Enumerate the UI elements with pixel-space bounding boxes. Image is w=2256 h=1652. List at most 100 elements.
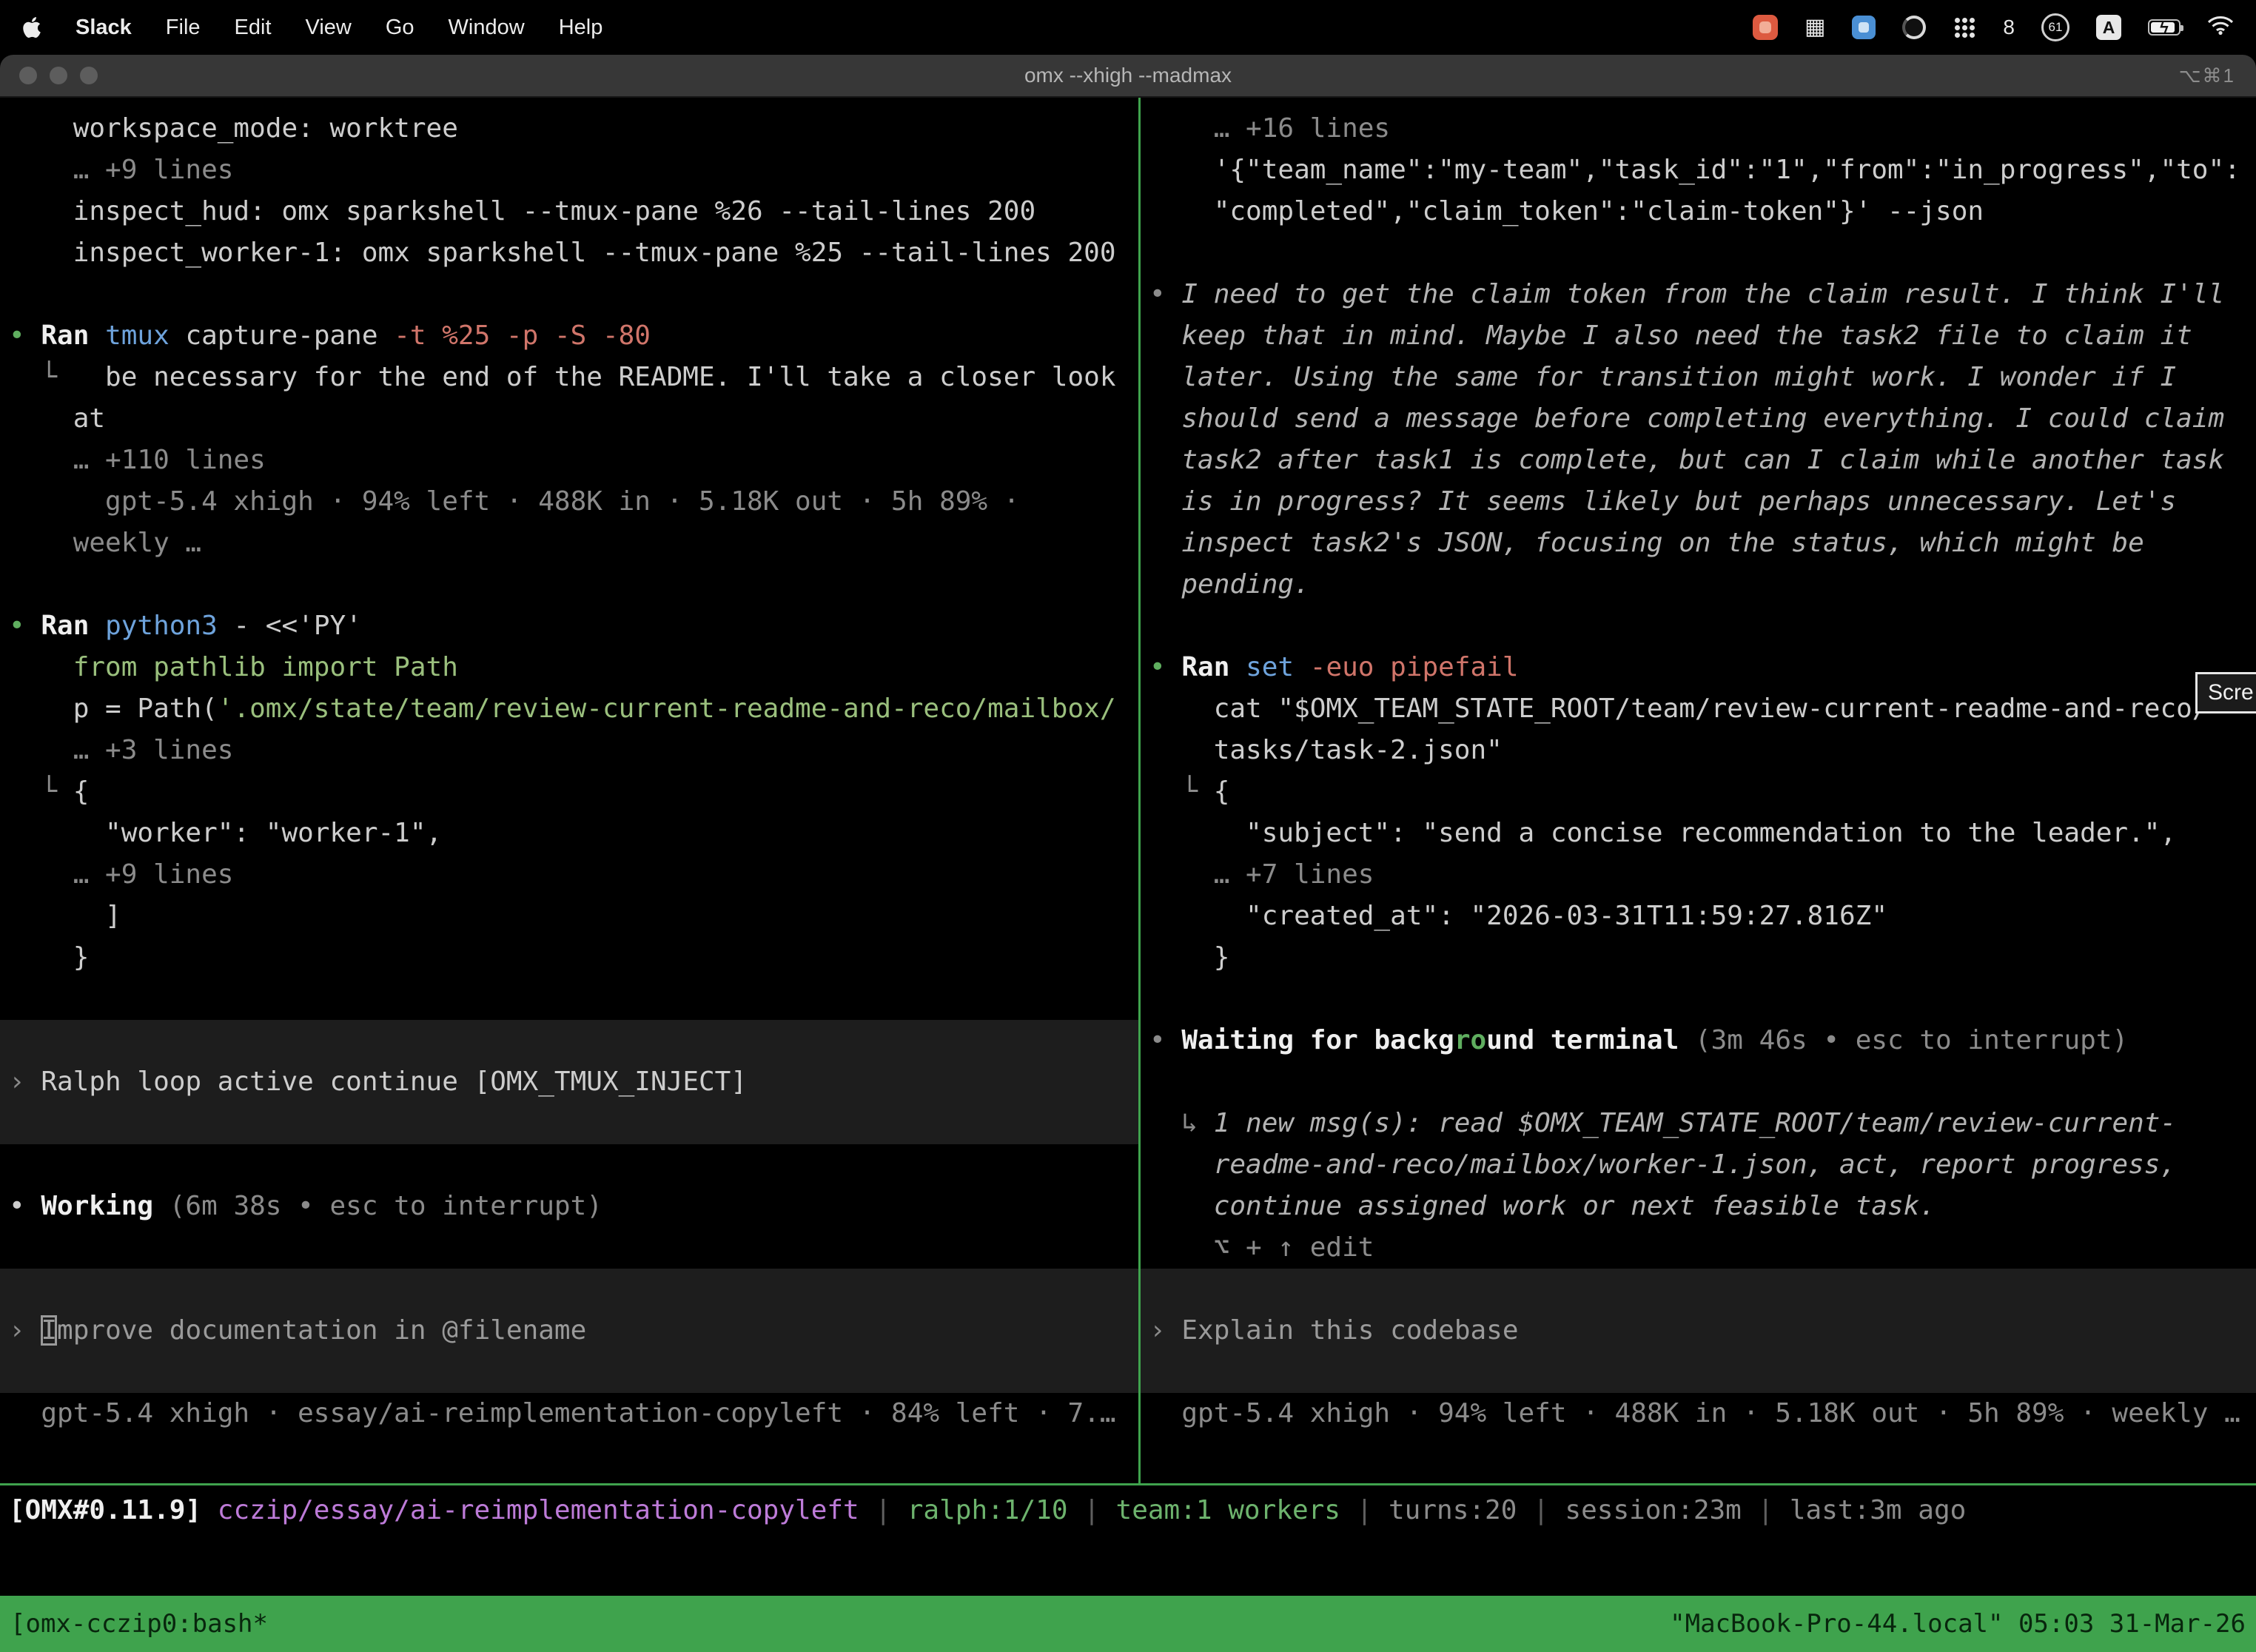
menu-window[interactable]: Window	[449, 16, 525, 40]
tmux-status-bar: [omx-cczip0:bash* "MacBook-Pro-44.local"…	[0, 1596, 2256, 1652]
terminal-text-segment: └	[1149, 776, 1214, 807]
terminal-text-segment: I	[41, 1315, 57, 1346]
terminal-text-segment: from pathlib import Path	[73, 652, 458, 682]
menu-go[interactable]: Go	[386, 16, 414, 40]
terminal-line	[0, 1227, 1138, 1269]
terminal-line: tasks/task-2.json"	[1141, 730, 2256, 771]
terminal-text-segment: weekly …	[9, 528, 201, 558]
apple-menu-icon[interactable]	[22, 16, 41, 39]
terminal-line: "worker": "worker-1",	[0, 813, 1138, 854]
terminal-line	[0, 1352, 1138, 1393]
terminal-text-segment: capture-pane	[185, 320, 394, 351]
docker-icon[interactable]	[1852, 16, 1876, 39]
charging-bolt-icon: ϟ	[2149, 18, 2179, 37]
tmux-pane-right[interactable]: … +16 lines '{"team_name":"my-team","tas…	[1141, 98, 2256, 1483]
terminal-text-segment: … +3 lines	[9, 735, 233, 765]
terminal-text-segment: cat "$OMX_TEAM_STATE_ROOT/team/review-cu…	[1149, 694, 2208, 724]
terminal-content[interactable]: workspace_mode: worktree … +9 lines insp…	[0, 98, 2256, 1483]
terminal-line: "subject": "send a concise recommendatio…	[1141, 813, 2256, 854]
app-launcher-dots-icon[interactable]	[1953, 16, 1976, 39]
terminal-line	[0, 1269, 1138, 1310]
terminal-text-segment: turns:20	[1389, 1495, 1517, 1525]
terminal-line: … +3 lines	[0, 730, 1138, 771]
window-grid-icon[interactable]: ▦	[1805, 16, 1825, 38]
terminal-window: omx --xhigh --madmax ⌥⌘1 workspace_mode:…	[0, 55, 2256, 1652]
terminal-text-segment: last:3m ago	[1790, 1495, 1966, 1525]
terminal-text-segment: I need to get the claim token from the c…	[1181, 279, 2224, 309]
menu-items: File Edit View Go Window Help	[166, 16, 603, 40]
terminal-text-segment: ›	[1149, 1315, 1181, 1346]
terminal-text-segment: •	[1149, 1025, 1181, 1055]
terminal-line: inspect_hud: omx sparkshell --tmux-pane …	[0, 191, 1138, 232]
gauge-icon[interactable]: 61	[2041, 13, 2069, 41]
terminal-line: … +9 lines	[0, 854, 1138, 896]
terminal-line: keep that in mind. Maybe I also need the…	[1141, 315, 2256, 357]
counter-icon[interactable]: 8	[2003, 16, 2015, 39]
menu-bar-status-icons: ▦ 8 61 A ϟ	[1753, 13, 2234, 41]
terminal-text-segment: gpt-5.4 xhigh · 94% left · 488K in · 5.1…	[1149, 1398, 2240, 1428]
terminal-text-segment: ralph:1/10	[907, 1495, 1068, 1525]
close-button[interactable]	[19, 67, 37, 84]
terminal-line: └ be necessary for the end of the README…	[0, 357, 1138, 398]
terminal-line	[1141, 1061, 2256, 1103]
terminal-text-segment: task2 after task1 is complete, but can I…	[1149, 445, 2224, 475]
terminal-text-segment: - <<'PY'	[233, 611, 361, 641]
terminal-text-segment: Ran	[1181, 652, 1246, 682]
terminal-text-segment: [OMX#0.11.9]	[9, 1495, 218, 1525]
terminal-text-segment: should send a message before completing …	[1149, 403, 2224, 434]
terminal-text-segment: ›	[9, 1315, 41, 1346]
menu-edit[interactable]: Edit	[235, 16, 272, 40]
active-app-name[interactable]: Slack	[75, 16, 132, 40]
menu-file[interactable]: File	[166, 16, 201, 40]
terminal-text-segment: Waiting for backg	[1181, 1025, 1454, 1055]
terminal-line: … +110 lines	[0, 440, 1138, 481]
terminal-text-segment: |	[1742, 1495, 1790, 1525]
terminal-line: }	[0, 937, 1138, 978]
terminal-line: continue assigned work or next feasible …	[1141, 1186, 2256, 1227]
terminal-line: }	[1141, 937, 2256, 978]
tmux-pane-left[interactable]: workspace_mode: worktree … +9 lines insp…	[0, 98, 1138, 1483]
screen-recording-indicator-icon[interactable]	[1753, 15, 1778, 40]
terminal-text-segment: Ran	[41, 320, 105, 351]
input-source-icon[interactable]: A	[2096, 15, 2121, 40]
terminal-text-segment: '.omx/state/team/review-current-readme-a…	[218, 694, 1116, 724]
terminal-text-segment: (6m 38s • esc to interrupt)	[169, 1191, 602, 1221]
terminal-line: p = Path('.omx/state/team/review-current…	[0, 688, 1138, 730]
wifi-icon[interactable]	[2207, 14, 2234, 41]
terminal-text-segment: ]	[9, 901, 121, 931]
terminal-line: › Improve documentation in @filename	[0, 1310, 1138, 1352]
terminal-text-segment: └	[9, 362, 105, 392]
terminal-text-segment: •	[9, 611, 41, 641]
battery-icon[interactable]: ϟ	[2148, 19, 2181, 36]
terminal-text-segment: … +16 lines	[1149, 113, 1390, 144]
terminal-text-segment: set	[1246, 652, 1310, 682]
zoom-button[interactable]	[80, 67, 98, 84]
terminal-text-segment: "subject": "send a concise recommendatio…	[1149, 818, 2176, 848]
terminal-text-segment: later. Using the same for transition mig…	[1149, 362, 2176, 392]
terminal-line: "created_at": "2026-03-31T11:59:27.816Z"	[1141, 896, 2256, 937]
menu-bar: Slack File Edit View Go Window Help ▦ 8 61 A …	[0, 0, 2256, 55]
terminal-line: should send a message before completing …	[1141, 398, 2256, 440]
terminal-text-segment: └	[9, 776, 73, 807]
terminal-line: • I need to get the claim token from the…	[1141, 274, 2256, 315]
menu-help[interactable]: Help	[559, 16, 603, 40]
swirl-app-icon[interactable]	[1902, 16, 1926, 39]
terminal-text-segment: |	[1068, 1495, 1116, 1525]
terminal-text-segment: •	[9, 320, 41, 351]
terminal-text-segment: gpt-5.4 xhigh · 94% left · 488K in · 5.1…	[9, 486, 1019, 517]
terminal-text-segment: tasks/task-2.json"	[1149, 735, 1503, 765]
terminal-text-segment: und terminal	[1486, 1025, 1695, 1055]
minimize-button[interactable]	[50, 67, 67, 84]
terminal-text-segment: •	[1149, 279, 1181, 309]
terminal-text-segment: ro	[1454, 1025, 1486, 1055]
terminal-text-segment: |	[859, 1495, 907, 1525]
terminal-line: task2 after task1 is complete, but can I…	[1141, 440, 2256, 481]
terminal-text-segment: {	[1214, 776, 1230, 807]
terminal-text-segment: gpt-5.4 xhigh · essay/ai-reimplementatio…	[9, 1398, 1116, 1428]
terminal-text-segment: tmux	[105, 320, 185, 351]
terminal-line: gpt-5.4 xhigh · 94% left · 488K in · 5.1…	[1141, 1393, 2256, 1434]
terminal-line: … +7 lines	[1141, 854, 2256, 896]
menu-view[interactable]: View	[306, 16, 352, 40]
terminal-line: • Ran python3 - <<'PY'	[0, 605, 1138, 647]
terminal-line	[1141, 978, 2256, 1020]
